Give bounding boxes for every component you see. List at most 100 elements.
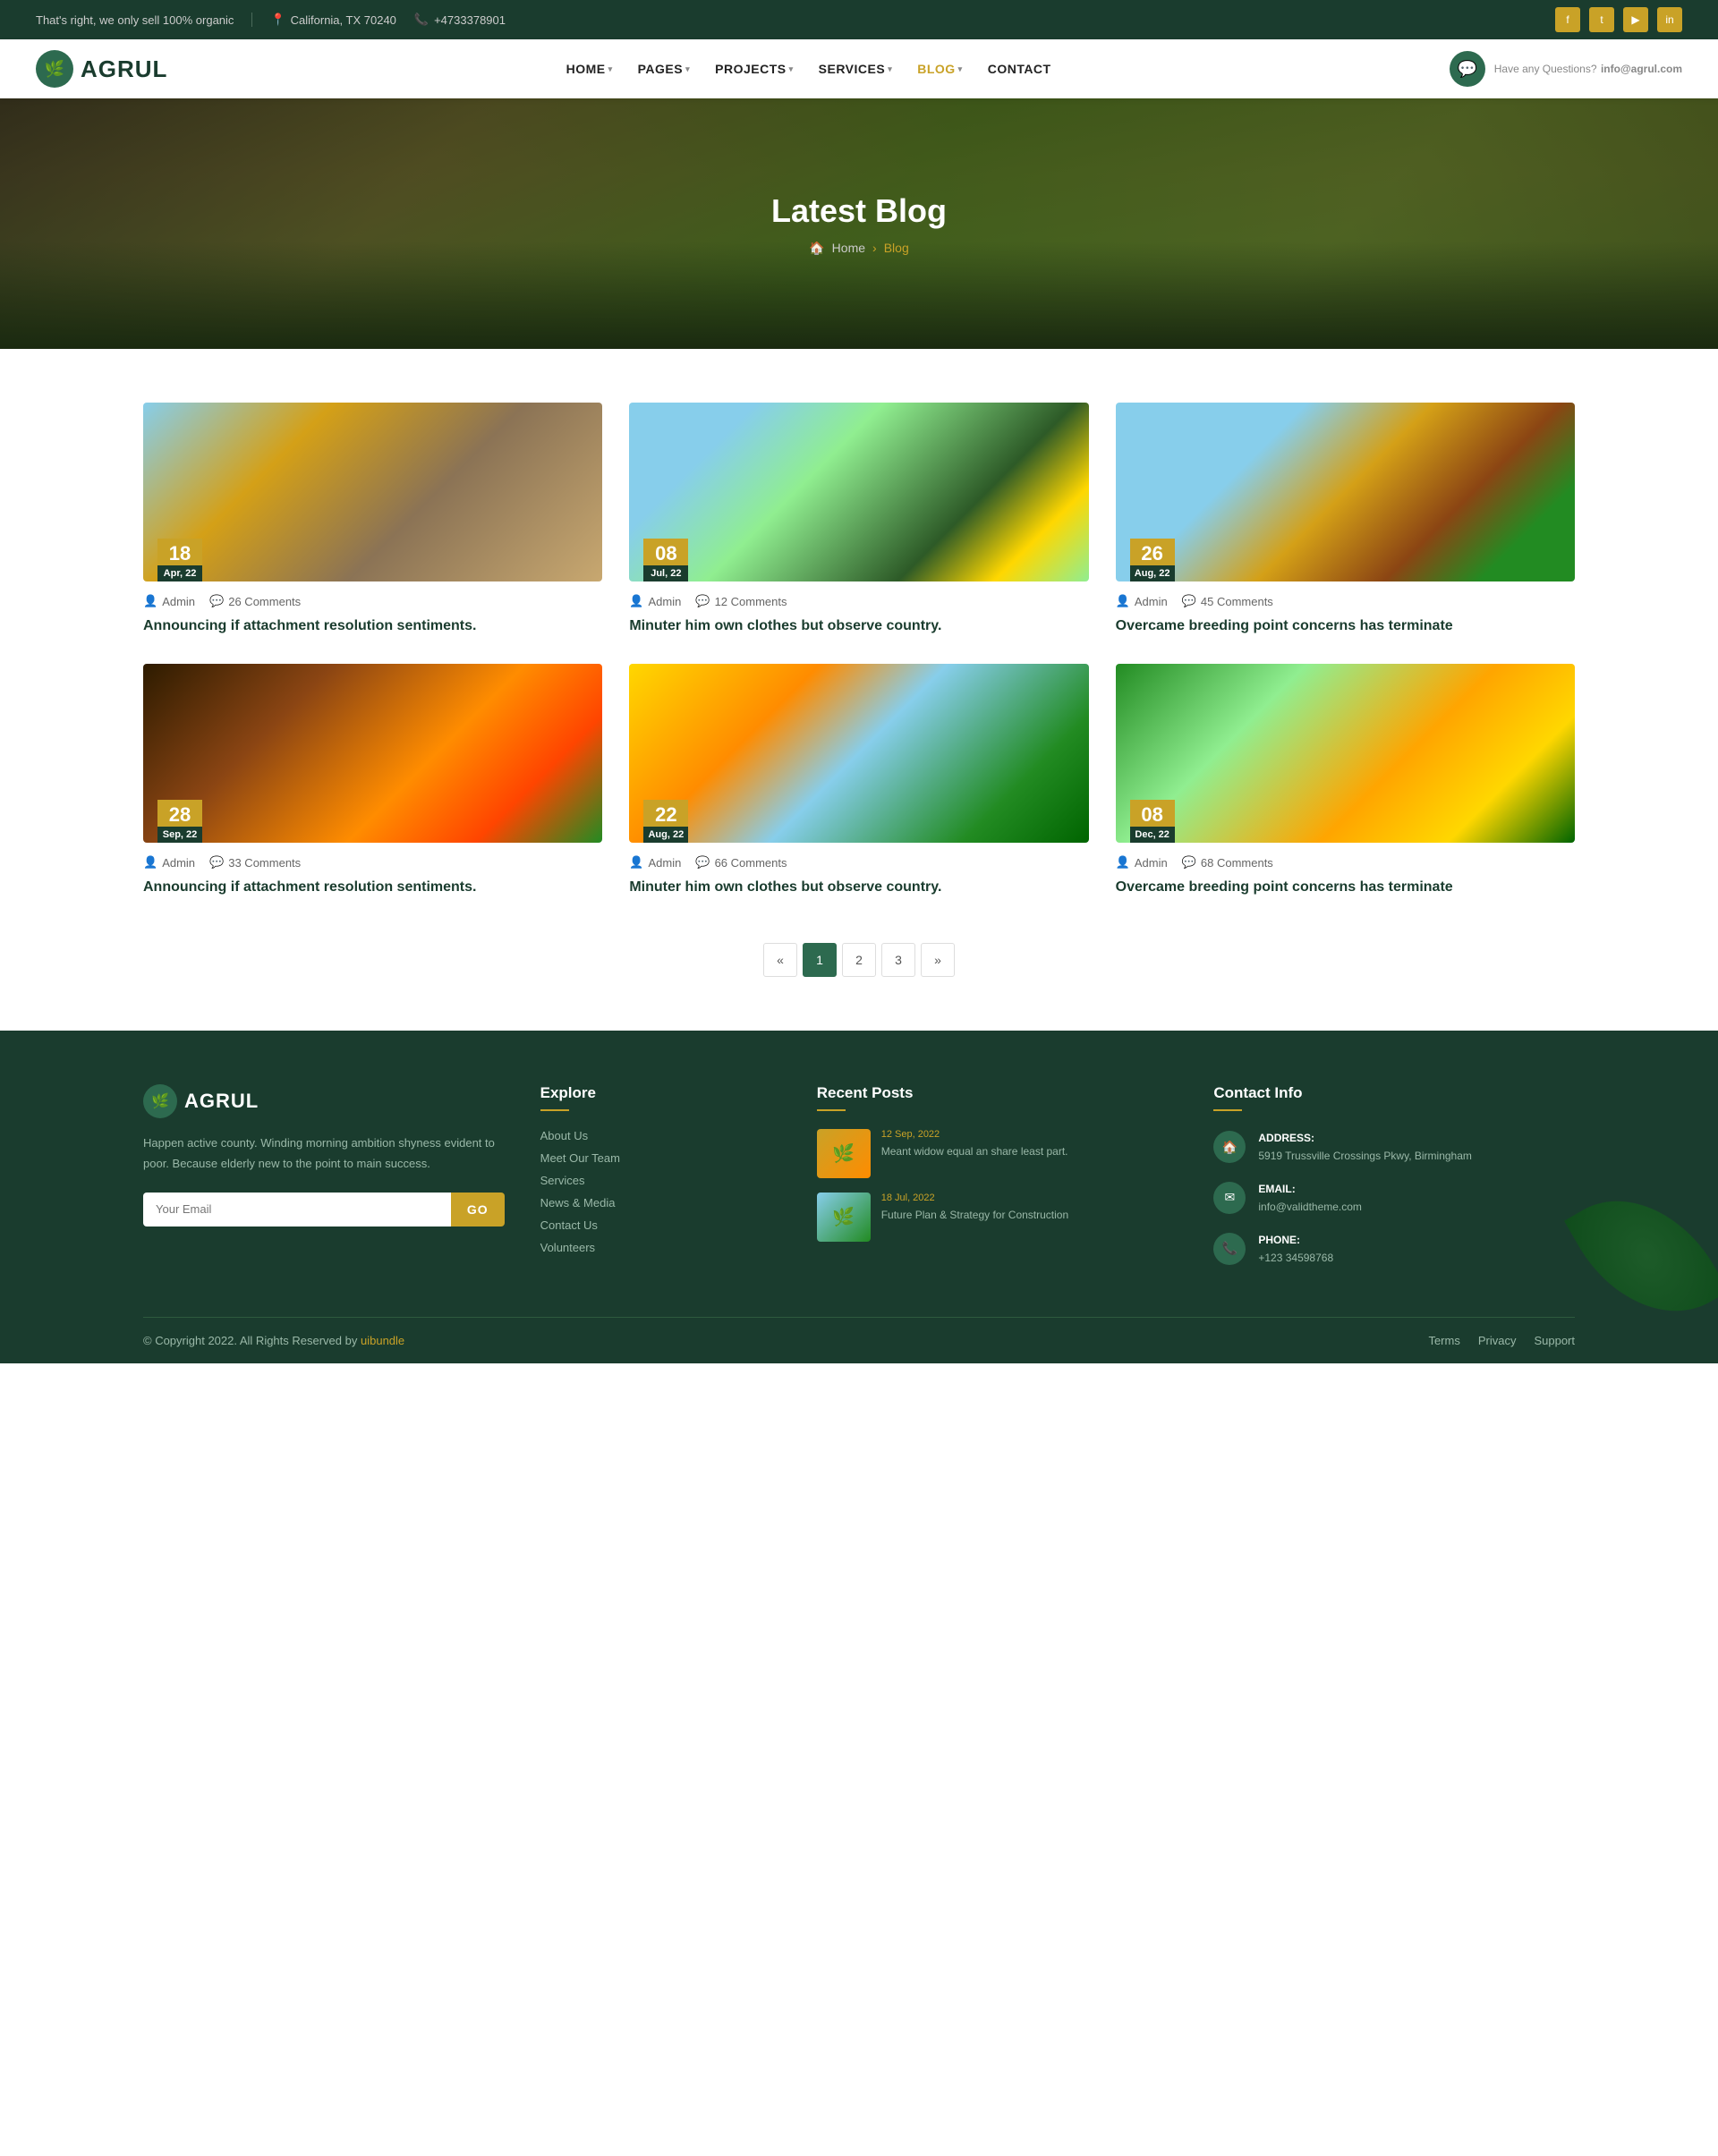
- blog-image-5[interactable]: 22 Aug, 22: [629, 664, 1088, 843]
- footer-phone-row: 📞 PHONE: +123 34598768: [1213, 1231, 1575, 1268]
- footer-bottom-link[interactable]: Privacy: [1478, 1334, 1517, 1347]
- divider: [251, 13, 252, 27]
- footer: 🌿 AGRUL Happen active county. Winding mo…: [0, 1031, 1718, 1363]
- youtube-icon[interactable]: ▶: [1623, 7, 1648, 32]
- blog-post-title-1[interactable]: Announcing if attachment resolution sent…: [143, 615, 602, 637]
- facebook-icon[interactable]: f: [1555, 7, 1580, 32]
- comment-icon: 💬: [209, 855, 224, 870]
- footer-bottom-links: Terms Privacy Support: [1428, 1334, 1575, 1347]
- footer-explore-link[interactable]: Volunteers: [540, 1241, 781, 1254]
- nav-services[interactable]: SERVICES ▾: [819, 62, 893, 76]
- comment-count: 33 Comments: [228, 856, 301, 870]
- hero-section: Latest Blog 🏠 Home › Blog: [0, 98, 1718, 349]
- blog-image-4[interactable]: 28 Sep, 22: [143, 664, 602, 843]
- date-number: 26: [1139, 544, 1166, 564]
- logo-icon: 🌿: [36, 50, 73, 88]
- header-contact: 💬 Have any Questions? info@agrul.com: [1450, 51, 1682, 87]
- blog-post-title-5[interactable]: Minuter him own clothes but observe coun…: [629, 877, 1088, 898]
- top-bar-left: That's right, we only sell 100% organic …: [36, 13, 506, 27]
- footer-description: Happen active county. Winding morning am…: [143, 1133, 505, 1175]
- chevron-down-icon: ▾: [685, 64, 690, 74]
- blog-meta-4: 👤 Admin 💬 33 Comments: [143, 855, 602, 870]
- blog-card-6: 08 Dec, 22 👤 Admin 💬 68 Comments Overcam…: [1116, 664, 1575, 898]
- blog-image-3[interactable]: 26 Aug, 22: [1116, 403, 1575, 581]
- user-icon: 👤: [629, 855, 643, 870]
- blog-post-title-6[interactable]: Overcame breeding point concerns has ter…: [1116, 877, 1575, 898]
- date-month: Apr, 22: [157, 565, 202, 581]
- logo-text: AGRUL: [81, 55, 167, 83]
- footer-explore-link[interactable]: Meet Our Team: [540, 1151, 781, 1165]
- breadcrumb-home[interactable]: Home: [832, 241, 865, 255]
- date-number: 28: [166, 805, 193, 825]
- footer-explore-title: Explore: [540, 1084, 781, 1111]
- comment-icon: 💬: [695, 594, 710, 608]
- post-title-small-2[interactable]: Future Plan & Strategy for Construction: [881, 1207, 1068, 1223]
- pagination-next[interactable]: »: [921, 943, 955, 977]
- footer-bottom-link[interactable]: Support: [1534, 1334, 1575, 1347]
- date-badge-3: 26 Aug, 22: [1130, 539, 1175, 581]
- comment-count: 26 Comments: [228, 595, 301, 608]
- twitter-icon[interactable]: t: [1589, 7, 1614, 32]
- author-name: Admin: [1135, 595, 1168, 608]
- author-name: Admin: [649, 856, 682, 870]
- blog-image-1[interactable]: 18 Apr, 22: [143, 403, 602, 581]
- blog-image-6[interactable]: 08 Dec, 22: [1116, 664, 1575, 843]
- pagination-prev[interactable]: «: [763, 943, 797, 977]
- email-input[interactable]: [143, 1193, 451, 1227]
- date-month: Sep, 22: [157, 827, 202, 843]
- pagination-page-2[interactable]: 2: [842, 943, 876, 977]
- nav-projects[interactable]: PROJECTS ▾: [715, 62, 794, 76]
- location-icon: 📍: [270, 13, 285, 27]
- author-info: 👤 Admin: [1116, 855, 1168, 870]
- footer-logo-text: AGRUL: [184, 1090, 259, 1113]
- nav-home[interactable]: HOME ▾: [566, 62, 613, 76]
- footer-explore-col: Explore About Us Meet Our Team Services New…: [540, 1084, 781, 1281]
- logo[interactable]: 🌿 AGRUL: [36, 50, 167, 88]
- comment-icon: 💬: [1182, 855, 1196, 870]
- email-icon: ✉: [1213, 1182, 1246, 1214]
- pagination-page-3[interactable]: 3: [881, 943, 915, 977]
- hero-content: Latest Blog 🏠 Home › Blog: [771, 192, 947, 256]
- home-icon: 🏠: [809, 241, 824, 256]
- date-badge-4: 28 Sep, 22: [157, 800, 202, 843]
- date-month: Jul, 22: [643, 565, 688, 581]
- author-info: 👤 Admin: [143, 855, 195, 870]
- footer-explore-links: About Us Meet Our Team Services News & Medi…: [540, 1129, 781, 1254]
- author-info: 👤 Admin: [143, 594, 195, 608]
- pagination-page-1[interactable]: 1: [803, 943, 837, 977]
- blog-post-title-4[interactable]: Announcing if attachment resolution sent…: [143, 877, 602, 898]
- copyright-link[interactable]: uibundle: [361, 1334, 404, 1347]
- comments-info: 💬 33 Comments: [209, 855, 301, 870]
- author-info: 👤 Admin: [1116, 594, 1168, 608]
- comment-icon: 💬: [209, 594, 224, 608]
- post-title-small-1[interactable]: Meant widow equal an share least part.: [881, 1143, 1068, 1159]
- pagination: « 1 2 3 »: [143, 943, 1575, 977]
- footer-bottom-link[interactable]: Terms: [1428, 1334, 1459, 1347]
- date-month: Dec, 22: [1130, 827, 1175, 843]
- post-thumbnail-1: 🌿: [817, 1129, 871, 1178]
- tagline: That's right, we only sell 100% organic: [36, 13, 234, 27]
- footer-explore-link[interactable]: Contact Us: [540, 1218, 781, 1232]
- footer-email-row: ✉ EMAIL: info@validtheme.com: [1213, 1180, 1575, 1217]
- go-button[interactable]: GO: [451, 1193, 505, 1227]
- nav-contact[interactable]: CONTACT: [988, 62, 1051, 76]
- blog-image-2[interactable]: 08 Jul, 22: [629, 403, 1088, 581]
- footer-explore-link[interactable]: Services: [540, 1174, 781, 1187]
- nav-pages[interactable]: PAGES ▾: [638, 62, 691, 76]
- blog-card-2: 08 Jul, 22 👤 Admin 💬 12 Comments Minuter…: [629, 403, 1088, 637]
- phone-icon: 📞: [1213, 1233, 1246, 1265]
- blog-post-title-2[interactable]: Minuter him own clothes but observe coun…: [629, 615, 1088, 637]
- comments-info: 💬 68 Comments: [1182, 855, 1273, 870]
- author-name: Admin: [162, 856, 195, 870]
- linkedin-icon[interactable]: in: [1657, 7, 1682, 32]
- footer-explore-link[interactable]: About Us: [540, 1129, 781, 1142]
- footer-explore-link[interactable]: News & Media: [540, 1196, 781, 1210]
- nav-blog[interactable]: BLOG ▾: [917, 62, 962, 76]
- blog-post-title-3[interactable]: Overcame breeding point concerns has ter…: [1116, 615, 1575, 637]
- phone-icon: 📞: [414, 13, 429, 27]
- chevron-down-icon: ▾: [789, 64, 794, 74]
- comments-info: 💬 26 Comments: [209, 594, 301, 608]
- blog-grid: 18 Apr, 22 👤 Admin 💬 26 Comments Announc…: [143, 403, 1575, 898]
- author-name: Admin: [649, 595, 682, 608]
- comment-count: 68 Comments: [1201, 856, 1273, 870]
